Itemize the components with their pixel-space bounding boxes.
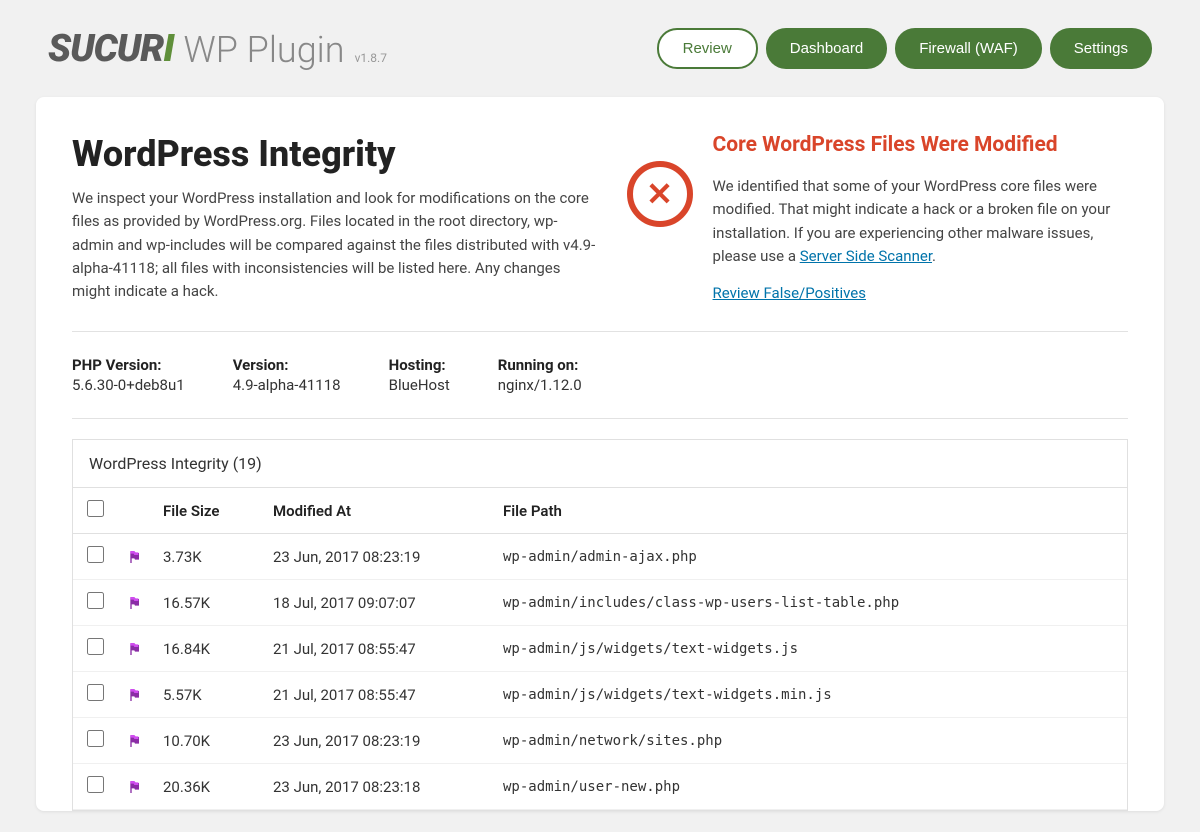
page-title: WordPress Integrity [72,133,599,175]
flag-icon [127,641,143,657]
integrity-table-wrap: WordPress Integrity (19) File Size Modif… [72,439,1128,811]
row-checkbox[interactable] [87,638,104,655]
file-size: 16.57K [153,580,263,626]
nav-settings-button[interactable]: Settings [1050,28,1152,69]
flag-icon [127,779,143,795]
divider [72,418,1128,419]
review-false-positives-link[interactable]: Review False/Positives [713,284,866,302]
file-size: 16.84K [153,626,263,672]
row-checkbox[interactable] [87,592,104,609]
meta-php: PHP Version: 5.6.30-0+deb8u1 [72,356,185,394]
modified-header: Modified At [263,488,493,534]
modified-at: 18 Jul, 2017 09:07:07 [263,580,493,626]
path-header: File Path [493,488,1127,534]
flag-icon [127,733,143,749]
alert-icon: ✕ [627,161,693,227]
file-size: 10.70K [153,718,263,764]
meta-row: PHP Version: 5.6.30-0+deb8u1 Version: 4.… [72,332,1128,418]
brand-logo: SUCURI [48,30,173,68]
modified-at: 21 Jul, 2017 08:55:47 [263,672,493,718]
error-circle-icon: ✕ [627,161,693,227]
table-row: 3.73K23 Jun, 2017 08:23:19wp-admin/admin… [73,534,1127,580]
row-checkbox[interactable] [87,546,104,563]
file-path: wp-admin/admin-ajax.php [493,534,1127,580]
flag-icon [127,549,143,565]
page-description: We inspect your WordPress installation a… [72,187,599,303]
product-name: WP Plugin [183,32,344,68]
file-size: 20.36K [153,764,263,810]
meta-php-value: 5.6.30-0+deb8u1 [72,376,185,394]
main-card: WordPress Integrity We inspect your Word… [36,97,1164,811]
size-header: File Size [153,488,263,534]
file-path: wp-admin/user-new.php [493,764,1127,810]
alert-text-suffix: . [932,247,936,265]
alert-column: ✕ Core WordPress Files Were Modified We … [627,133,1128,303]
row-checkbox[interactable] [87,730,104,747]
file-path: wp-admin/js/widgets/text-widgets.min.js [493,672,1127,718]
product-version: v1.8.7 [355,51,387,65]
meta-hosting: Hosting: BlueHost [389,356,450,394]
table-title: WordPress Integrity (19) [73,440,1127,488]
flag-header [117,488,153,534]
meta-running: Running on: nginx/1.12.0 [498,356,582,394]
alert-content: Core WordPress Files Were Modified We id… [713,133,1128,302]
file-size: 5.57K [153,672,263,718]
meta-php-label: PHP Version: [72,356,185,374]
x-icon: ✕ [646,178,673,210]
table-row: 16.57K18 Jul, 2017 09:07:07wp-admin/incl… [73,580,1127,626]
intro-column: WordPress Integrity We inspect your Word… [72,133,599,303]
meta-version-value: 4.9-alpha-41118 [233,376,341,394]
row-checkbox[interactable] [87,776,104,793]
meta-running-value: nginx/1.12.0 [498,376,582,394]
modified-at: 21 Jul, 2017 08:55:47 [263,626,493,672]
nav-dashboard-button[interactable]: Dashboard [766,28,887,69]
file-size: 3.73K [153,534,263,580]
alert-text: We identified that some of your WordPres… [713,175,1128,268]
meta-hosting-label: Hosting: [389,356,450,374]
top-section: WordPress Integrity We inspect your Word… [72,133,1128,331]
flag-icon [127,687,143,703]
meta-running-label: Running on: [498,356,582,374]
table-row: 20.36K23 Jun, 2017 08:23:18wp-admin/user… [73,764,1127,810]
select-all-header [73,488,117,534]
nav-buttons: Review Dashboard Firewall (WAF) Settings [657,28,1152,69]
meta-version-label: Version: [233,356,341,374]
alert-title: Core WordPress Files Were Modified [713,133,1128,157]
select-all-checkbox[interactable] [87,500,104,517]
modified-at: 23 Jun, 2017 08:23:19 [263,718,493,764]
file-path: wp-admin/js/widgets/text-widgets.js [493,626,1127,672]
modified-at: 23 Jun, 2017 08:23:18 [263,764,493,810]
flag-icon [127,595,143,611]
table-row: 5.57K21 Jul, 2017 08:55:47wp-admin/js/wi… [73,672,1127,718]
server-side-scanner-link[interactable]: Server Side Scanner [800,247,932,265]
table-row: 10.70K23 Jun, 2017 08:23:19wp-admin/netw… [73,718,1127,764]
table-row: 16.84K21 Jul, 2017 08:55:47wp-admin/js/w… [73,626,1127,672]
table-header-row: File Size Modified At File Path [73,488,1127,534]
header: SUCURI WP Plugin v1.8.7 Review Dashboard… [0,0,1200,85]
nav-review-button[interactable]: Review [657,28,758,69]
file-path: wp-admin/includes/class-wp-users-list-ta… [493,580,1127,626]
meta-hosting-value: BlueHost [389,376,450,394]
row-checkbox[interactable] [87,684,104,701]
file-path: wp-admin/network/sites.php [493,718,1127,764]
meta-version: Version: 4.9-alpha-41118 [233,356,341,394]
brand-logo-area: SUCURI WP Plugin v1.8.7 [48,30,387,68]
integrity-table: File Size Modified At File Path 3.73K23 … [73,488,1127,810]
nav-firewall-button[interactable]: Firewall (WAF) [895,28,1042,69]
modified-at: 23 Jun, 2017 08:23:19 [263,534,493,580]
